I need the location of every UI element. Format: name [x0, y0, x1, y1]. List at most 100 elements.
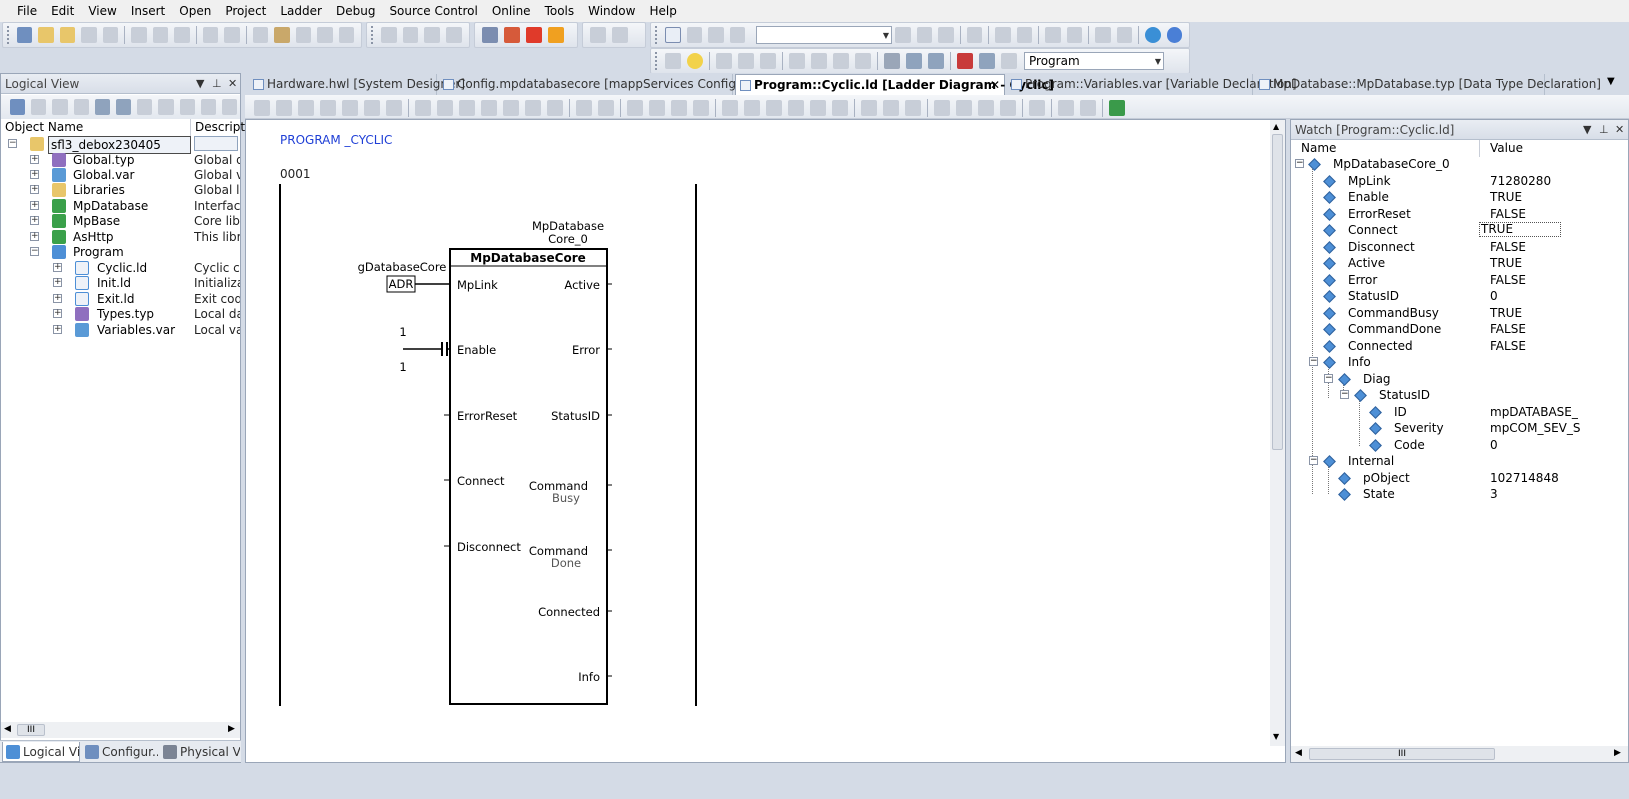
program-combo[interactable]: Program ▼ [1024, 52, 1164, 70]
watch-row[interactable]: Enable TRUE [1291, 189, 1628, 205]
record-icon[interactable] [855, 53, 871, 69]
watch-row[interactable]: ErrorReset FALSE [1291, 206, 1628, 222]
variable-icon[interactable] [115, 99, 132, 115]
tab-variables-var[interactable]: Program::Variables.var [Variable Declara… [1007, 74, 1297, 95]
watch-var-value[interactable]: 0 [1490, 288, 1498, 304]
expand-icon[interactable]: + [53, 263, 62, 272]
watch-var-value[interactable]: mpDATABASE_ [1490, 404, 1578, 420]
menu-lines-icon[interactable] [665, 53, 681, 69]
collapse-icon[interactable]: − [1309, 357, 1318, 366]
arrow-down-icon[interactable] [1066, 27, 1083, 43]
help-icon[interactable] [1166, 27, 1183, 43]
watch-row[interactable]: Connect TRUE [1291, 222, 1628, 238]
window-icon[interactable] [686, 27, 703, 43]
watch-row[interactable]: − MpDatabaseCore_0 [1291, 156, 1628, 172]
fb-input-enable[interactable]: Enable [457, 343, 496, 357]
lightbulb-icon[interactable] [687, 53, 703, 69]
watch-row[interactable]: CommandBusy TRUE [1291, 305, 1628, 321]
find-next-icon[interactable] [938, 27, 954, 43]
save-icon[interactable] [81, 27, 97, 43]
watch-var-value[interactable]: 102714848 [1490, 470, 1559, 486]
redo-icon[interactable] [224, 27, 240, 43]
scroll-left-icon[interactable]: ◀ [1295, 748, 1302, 758]
collapse-icon[interactable]: − [1309, 456, 1318, 465]
gear-settings-icon[interactable] [612, 27, 628, 43]
fb-output-connected[interactable]: Connected [538, 605, 600, 619]
refresh-icon[interactable] [274, 27, 290, 43]
move-down-icon[interactable] [1000, 100, 1016, 116]
expand-icon[interactable]: + [53, 309, 62, 318]
rebuild-icon[interactable] [402, 27, 419, 43]
tree-item-global-var[interactable]: + Global.var Global va [1, 167, 240, 183]
menu-open[interactable]: Open [172, 0, 218, 22]
contact-parallel-icon[interactable] [342, 100, 358, 116]
coil-reset-icon[interactable] [481, 100, 497, 116]
fb-output-info[interactable]: Info [578, 670, 600, 684]
watch-row[interactable]: CommandDone FALSE [1291, 321, 1628, 337]
compare-icon[interactable] [317, 27, 333, 43]
play-icon[interactable] [789, 53, 805, 69]
contact-icon[interactable] [254, 100, 270, 116]
expand-icon[interactable]: + [30, 201, 39, 210]
expand-icon[interactable]: + [30, 170, 39, 179]
window-icon[interactable] [664, 27, 681, 43]
watch-row[interactable]: Active TRUE [1291, 255, 1628, 271]
menu-help[interactable]: Help [642, 0, 683, 22]
configuration-combo[interactable]: ▼ [756, 26, 892, 44]
function-block-icon[interactable] [744, 100, 760, 116]
function-block-icon[interactable] [722, 100, 738, 116]
contact-box-icon[interactable] [364, 100, 380, 116]
move-right-icon[interactable] [956, 100, 972, 116]
collapse-icon[interactable]: − [1295, 159, 1304, 168]
coil-positive-icon[interactable] [503, 100, 519, 116]
var-gdatabasecore[interactable]: gDatabaseCore [358, 260, 447, 274]
watch-var-value[interactable]: 0 [1490, 437, 1498, 453]
debugger-icon[interactable] [979, 53, 995, 69]
expand-icon[interactable]: + [30, 185, 39, 194]
fb-input-connect[interactable]: Connect [457, 474, 505, 488]
tree-item-mpdatabase[interactable]: + MpDatabase Interface [1, 198, 240, 214]
monitor-icon[interactable] [884, 53, 900, 69]
replace-icon[interactable] [966, 27, 983, 43]
close-icon[interactable]: ✕ [1615, 120, 1624, 140]
logical-view-hscrollbar[interactable]: ◀ III ▶ [1, 722, 240, 738]
transfer-build-icon[interactable] [446, 27, 462, 43]
watch-var-value[interactable]: FALSE [1490, 206, 1526, 222]
watch-row[interactable]: ID mpDATABASE_ [1291, 404, 1628, 420]
find-icon[interactable] [916, 27, 933, 43]
collapse-icon[interactable]: − [1324, 374, 1333, 383]
scroll-down-icon[interactable]: ▼ [1273, 732, 1279, 741]
filter-icon[interactable] [137, 99, 153, 115]
watch-var-value[interactable]: FALSE [1490, 239, 1526, 255]
return-icon[interactable] [598, 100, 614, 116]
expand-icon[interactable]: + [53, 325, 62, 334]
watch-var-value[interactable]: FALSE [1490, 338, 1526, 354]
expand-icon[interactable]: + [53, 278, 62, 287]
tree-item-program[interactable]: − Program [1, 244, 240, 260]
expand-icon[interactable]: + [53, 294, 62, 303]
fb-output-statusid[interactable]: StatusID [551, 409, 600, 423]
gear-icon[interactable] [590, 27, 606, 43]
col-name[interactable]: Name [1291, 140, 1480, 157]
watch-row[interactable]: − StatusID [1291, 387, 1628, 403]
table-icon[interactable] [31, 99, 47, 115]
undo-icon[interactable] [202, 27, 219, 43]
tab-logical-view[interactable]: Logical Vi... [2, 742, 80, 762]
menu-edit[interactable]: Edit [44, 0, 81, 22]
tab-hardware-hwl[interactable]: Hardware.hwl [System Designer] [249, 74, 465, 95]
tree-item-mpbase[interactable]: + MpBase Core librar [1, 213, 240, 229]
menu-window[interactable]: Window [581, 0, 642, 22]
fb-input-mplink[interactable]: MpLink [457, 278, 498, 292]
watch-var-value[interactable]: FALSE [1490, 321, 1526, 337]
tree-item-types-typ[interactable]: + Types.typ Local data [1, 306, 240, 322]
add-object-icon[interactable] [10, 99, 26, 115]
contact-rising-icon[interactable] [298, 100, 314, 116]
flag-icon[interactable] [883, 100, 899, 116]
watch-icon[interactable] [716, 53, 732, 69]
tab-physical-view[interactable]: Physical V... [160, 742, 240, 762]
indent-icon[interactable] [1058, 100, 1074, 116]
coil-set-icon[interactable] [459, 100, 475, 116]
fb-input-errorreset[interactable]: ErrorReset [457, 409, 518, 423]
watch-hscrollbar[interactable]: ◀ III ▶ [1291, 746, 1628, 762]
insert-network-icon[interactable] [627, 100, 643, 116]
